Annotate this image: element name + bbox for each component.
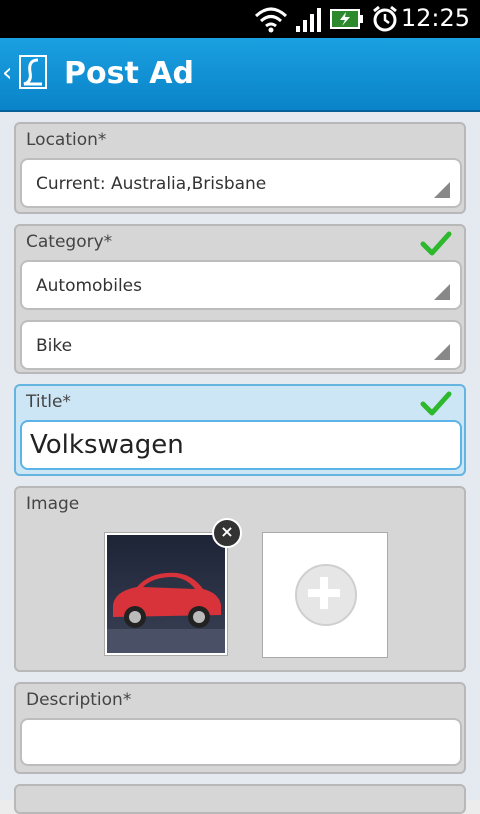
title-value: Volkswagen — [30, 430, 184, 460]
battery-charging-icon — [330, 9, 363, 29]
title-input[interactable]: Volkswagen — [20, 420, 462, 470]
category-secondary-spinner[interactable]: Bike — [20, 320, 462, 370]
app-logo-icon[interactable] — [14, 52, 52, 92]
location-spinner[interactable]: Current: Australia,Brisbane — [20, 158, 462, 208]
description-label: Description* — [26, 690, 132, 710]
action-bar: ‹ Post Ad — [0, 38, 480, 112]
check-icon — [420, 391, 452, 416]
add-circle — [295, 564, 357, 626]
category-primary-value: Automobiles — [36, 276, 142, 296]
location-section: Location* Current: Australia,Brisbane — [14, 122, 466, 214]
signal-icon — [296, 8, 321, 32]
category-section: Category* Automobiles Bike — [14, 224, 466, 374]
category-primary-spinner[interactable]: Automobiles — [20, 260, 462, 310]
image-section: Image × — [14, 486, 466, 672]
spinner-arrow-icon — [434, 344, 450, 360]
description-input[interactable] — [20, 718, 462, 766]
title-label: Title* — [26, 392, 71, 412]
post-ad-form: Location* Current: Australia,Brisbane Ca… — [0, 112, 480, 814]
remove-image-button[interactable]: × — [212, 518, 242, 548]
check-icon — [420, 231, 452, 256]
next-section-peek — [14, 784, 466, 814]
wifi-icon — [254, 7, 288, 33]
add-image-button[interactable] — [262, 532, 388, 658]
page-title: Post Ad — [64, 56, 194, 91]
back-button[interactable]: ‹ — [2, 58, 12, 88]
status-bar: 12:25 — [0, 0, 480, 38]
spinner-arrow-icon — [434, 284, 450, 300]
location-value: Current: Australia,Brisbane — [36, 174, 267, 194]
title-section: Title* Volkswagen — [14, 384, 466, 476]
category-label: Category* — [26, 232, 113, 252]
image-thumbnail[interactable] — [104, 532, 228, 656]
spinner-arrow-icon — [434, 182, 450, 198]
image-label: Image — [26, 494, 80, 514]
category-secondary-value: Bike — [36, 336, 73, 356]
car-photo — [107, 535, 225, 653]
description-section: Description* — [14, 682, 466, 774]
plus-icon — [308, 577, 340, 609]
alarm-icon — [373, 5, 397, 32]
status-time: 12:25 — [400, 4, 470, 32]
location-label: Location* — [26, 130, 107, 150]
